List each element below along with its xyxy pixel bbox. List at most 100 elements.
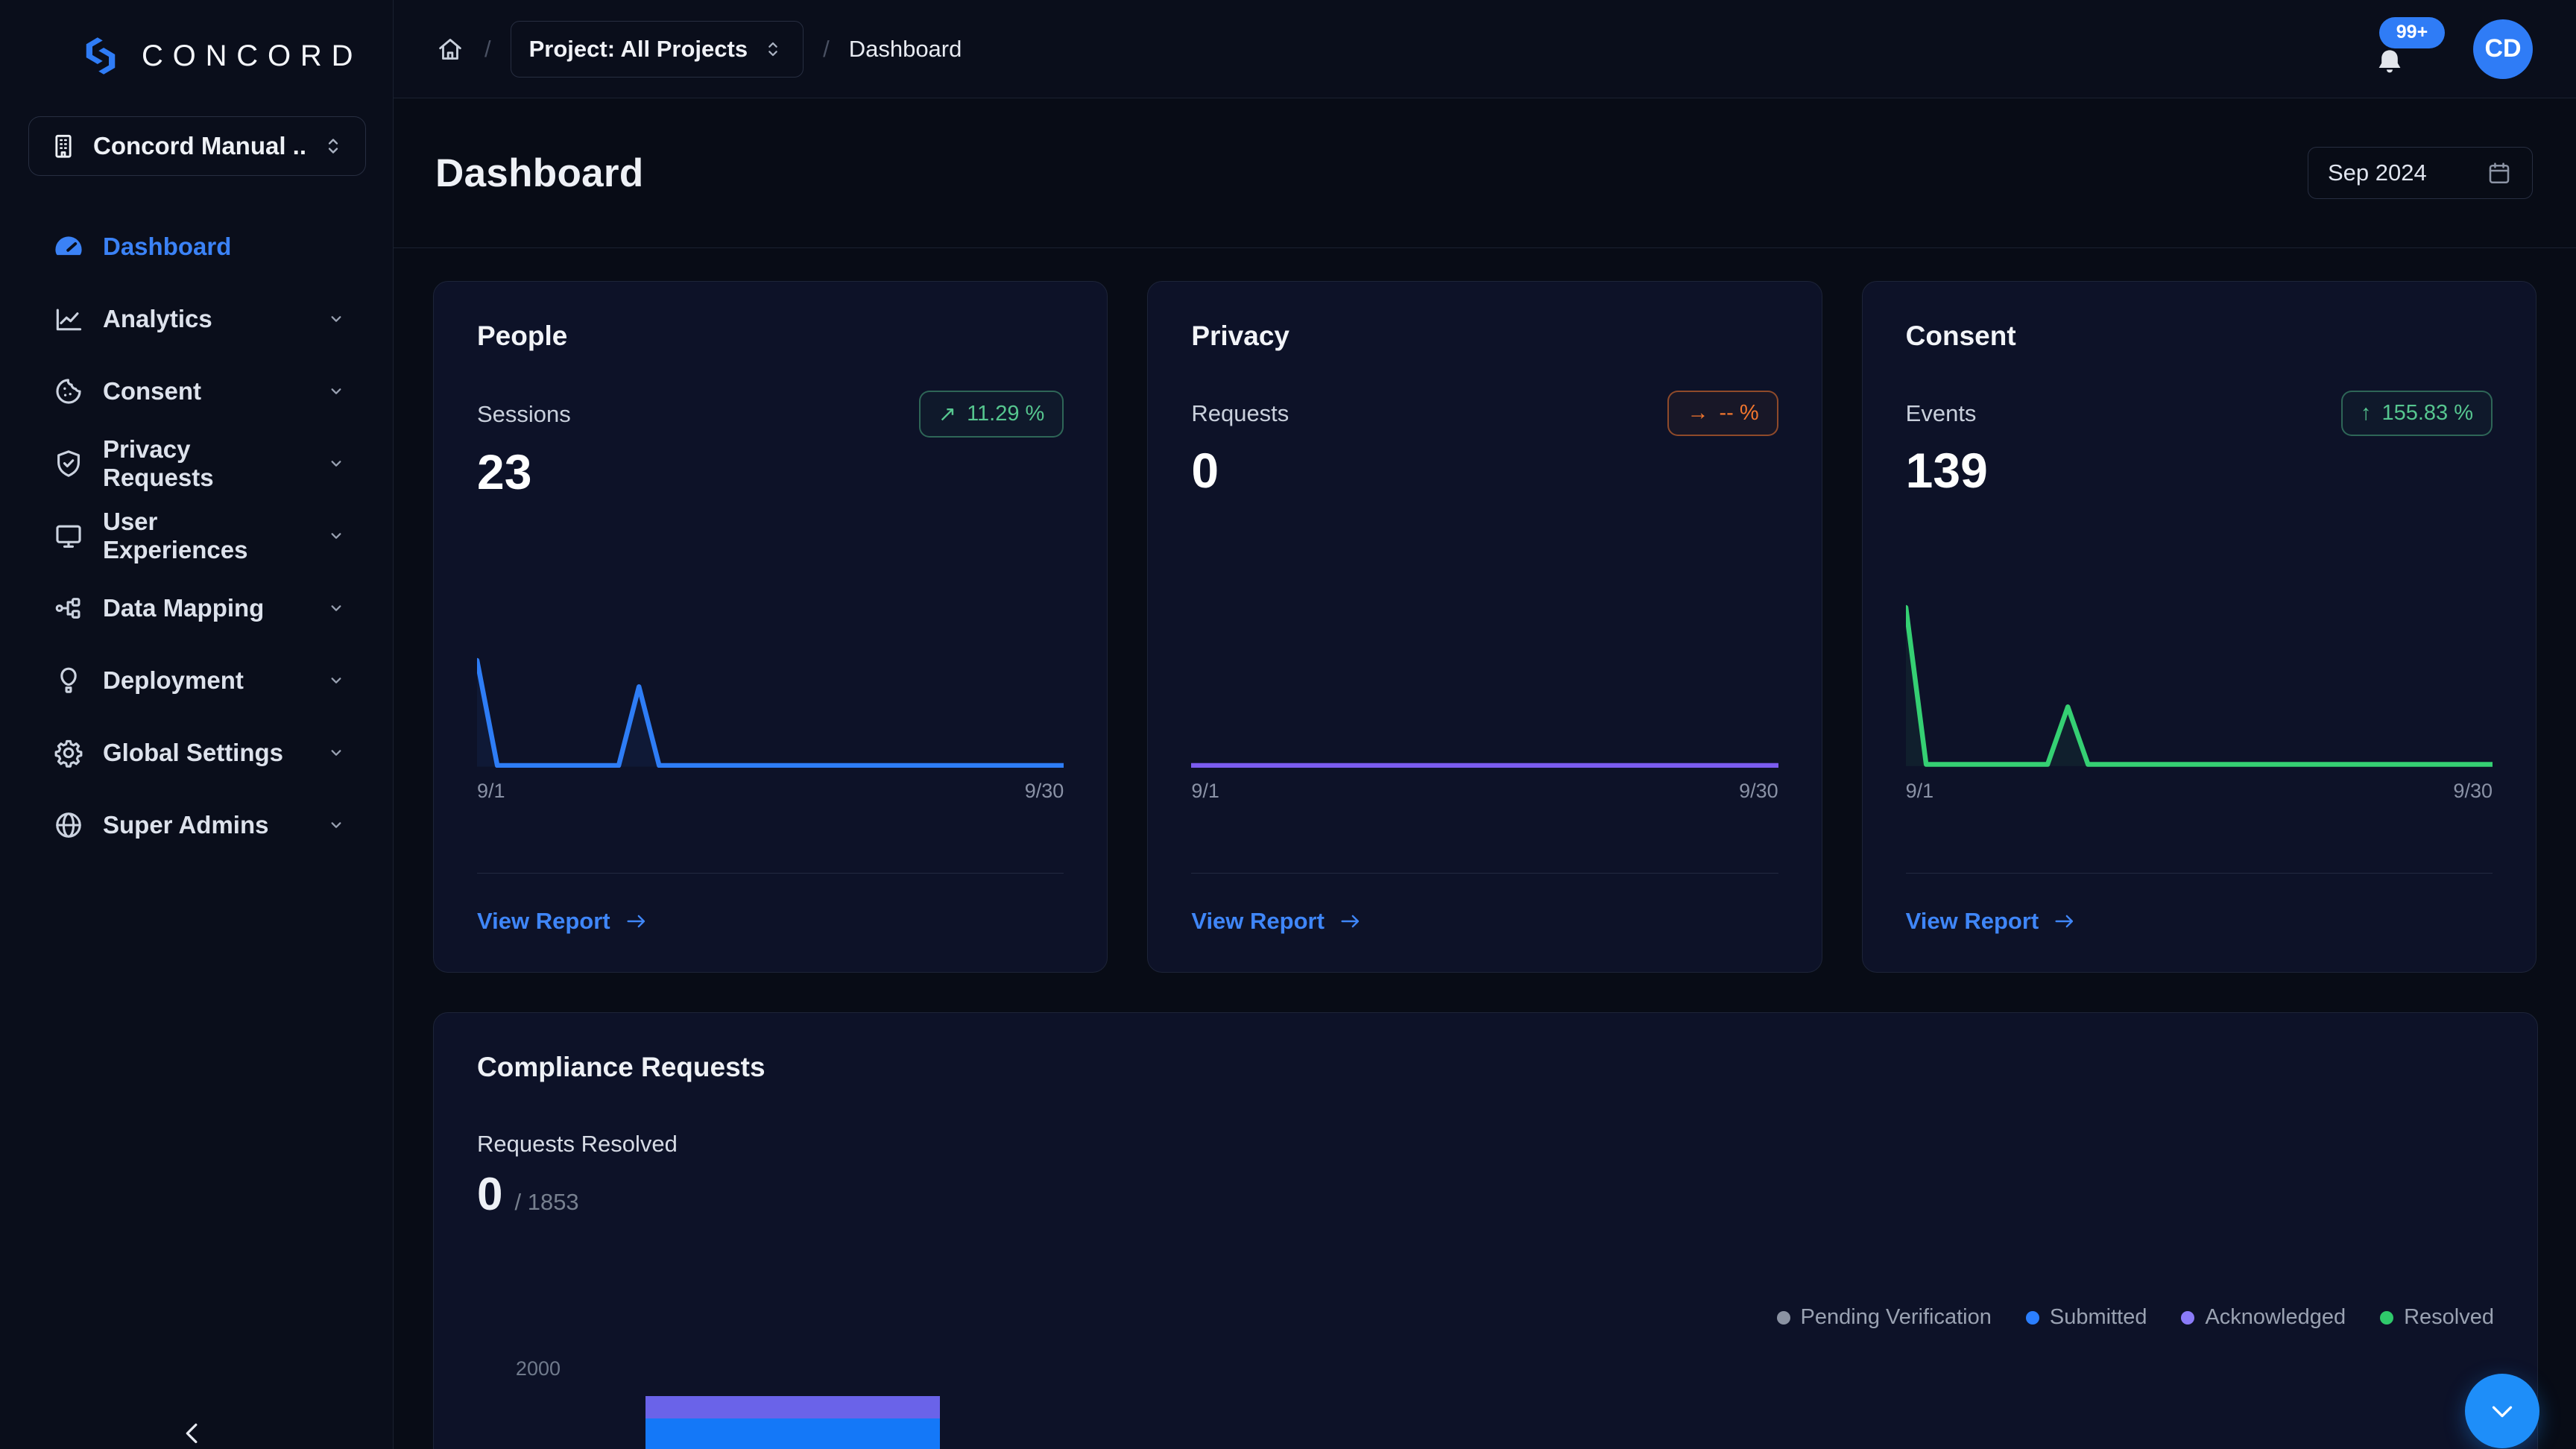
gear-icon	[52, 736, 85, 769]
breadcrumb: / Project: All Projects / Dashboard	[435, 21, 962, 78]
sidebar-item-global-settings[interactable]: Global Settings	[0, 716, 393, 789]
shield-check-icon	[52, 447, 85, 480]
events-chart-zone	[1906, 599, 2493, 768]
sidebar-item-privacy-requests[interactable]: Privacy Requests	[0, 427, 393, 499]
bar-segment-submitted	[645, 1418, 940, 1449]
metric-label: Sessions	[477, 401, 571, 428]
page-header: Dashboard Sep 2024	[394, 98, 2576, 248]
brand-logo: CONCORD	[0, 21, 393, 80]
trend-value: 155.83 %	[2381, 401, 2473, 426]
arrow-right-icon	[1338, 909, 1363, 934]
sidebar-item-label: Dashboard	[103, 233, 348, 261]
home-icon[interactable]	[435, 34, 465, 64]
chevron-down-icon	[324, 813, 348, 837]
chevron-up-down-icon	[761, 37, 785, 61]
chevron-down-icon	[324, 669, 348, 692]
view-report-label: View Report	[1191, 908, 1325, 935]
x-axis-end: 9/30	[2453, 780, 2493, 803]
sidebar-item-analytics[interactable]: Analytics	[0, 282, 393, 355]
legend-label: Pending Verification	[1801, 1305, 1992, 1330]
chevron-down-icon	[324, 379, 348, 403]
compliance-requests-card: Compliance Requests Requests Resolved 0 …	[433, 1012, 2538, 1449]
sidebar-item-label: Consent	[103, 377, 306, 405]
sidebar-item-label: Data Mapping	[103, 594, 306, 622]
arrow-right-icon	[2052, 909, 2077, 934]
chevron-down-icon	[2485, 1394, 2519, 1428]
sidebar-item-super-admins[interactable]: Super Admins	[0, 789, 393, 861]
breadcrumb-separator: /	[823, 36, 830, 63]
breadcrumb-page: Dashboard	[849, 36, 962, 63]
view-report-link[interactable]: View Report	[1191, 908, 1778, 935]
organization-selector[interactable]: Concord Manual ...	[28, 116, 366, 176]
topbar: / Project: All Projects / Dashboard 99+	[394, 0, 2576, 98]
sidebar-item-deployment[interactable]: Deployment	[0, 644, 393, 716]
metric-label: Requests	[1191, 400, 1289, 427]
sidebar-item-label: User Experiences	[103, 508, 306, 564]
card-title: People	[477, 321, 1064, 352]
metric-value: 139	[1906, 442, 2493, 499]
arrow-right-icon	[624, 909, 649, 934]
card-divider	[1906, 873, 2493, 874]
privacy-card: Privacy Requests → -- % 0 9/1 9/	[1147, 281, 1822, 973]
nodes-icon	[52, 592, 85, 625]
building-icon	[48, 131, 78, 161]
sidebar-item-label: Super Admins	[103, 811, 306, 839]
project-selector[interactable]: Project: All Projects	[511, 21, 804, 78]
chevron-down-icon	[324, 524, 348, 548]
sidebar: CONCORD Concord Manual ... Dashboard	[0, 0, 394, 1449]
x-axis-start: 9/1	[1191, 780, 1219, 803]
legend-dot-pending	[1777, 1311, 1790, 1325]
scroll-down-button[interactable]	[2465, 1374, 2539, 1448]
requests-resolved-value: 0	[477, 1168, 502, 1221]
notifications-button[interactable]: 99+	[2372, 17, 2443, 81]
x-axis-end: 9/30	[1025, 780, 1064, 803]
card-divider	[1191, 873, 1778, 874]
sidebar-item-dashboard[interactable]: Dashboard	[0, 210, 393, 282]
x-axis-start: 9/1	[1906, 780, 1934, 803]
metric-value: 0	[1191, 442, 1778, 499]
legend-dot-submitted	[2026, 1311, 2039, 1325]
trend-arrow-icon: ↗	[938, 401, 956, 427]
requests-line-chart	[1191, 656, 1778, 768]
breadcrumb-separator: /	[484, 36, 491, 63]
chevron-down-icon	[324, 741, 348, 765]
view-report-link[interactable]: View Report	[1906, 908, 2493, 935]
brand-name: CONCORD	[142, 40, 362, 73]
chevron-left-icon	[176, 1416, 210, 1449]
chevron-down-icon	[324, 307, 348, 331]
legend-dot-acknowledged	[2181, 1311, 2194, 1325]
legend-label: Acknowledged	[2205, 1305, 2346, 1330]
legend-label: Submitted	[2050, 1305, 2147, 1330]
events-line-chart	[1906, 601, 2493, 768]
chevron-down-icon	[324, 596, 348, 620]
sidebar-item-user-experiences[interactable]: User Experiences	[0, 499, 393, 572]
date-filter-value: Sep 2024	[2328, 160, 2427, 186]
trend-value: -- %	[1719, 401, 1758, 426]
sidebar-item-consent[interactable]: Consent	[0, 355, 393, 427]
legend-item: Resolved	[2380, 1305, 2494, 1330]
monitor-icon	[52, 520, 85, 552]
requests-total: / 1853	[514, 1189, 578, 1216]
sidebar-item-label: Privacy Requests	[103, 435, 306, 492]
notification-count-badge: 99+	[2379, 17, 2445, 48]
trend-arrow-icon: ↑	[2361, 401, 2372, 426]
app-root: CONCORD Concord Manual ... Dashboard	[0, 0, 2576, 1449]
sidebar-nav: Dashboard Analytics Consent	[0, 210, 393, 861]
trend-value: 11.29 %	[967, 402, 1044, 426]
sidebar-item-data-mapping[interactable]: Data Mapping	[0, 572, 393, 644]
trend-arrow-icon: →	[1687, 401, 1708, 426]
trend-badge: ↗ 11.29 %	[919, 391, 1064, 438]
people-card: People Sessions ↗ 11.29 % 23 9/1	[433, 281, 1108, 973]
gauge-icon	[52, 230, 85, 263]
view-report-label: View Report	[477, 908, 610, 935]
date-filter-button[interactable]: Sep 2024	[2308, 147, 2533, 199]
trend-badge: ↑ 155.83 %	[2341, 391, 2493, 436]
compliance-title: Compliance Requests	[477, 1052, 2494, 1083]
card-title: Consent	[1906, 321, 2493, 352]
balloon-icon	[52, 664, 85, 697]
legend-item: Pending Verification	[1777, 1305, 1992, 1330]
avatar[interactable]: CD	[2473, 19, 2533, 79]
view-report-link[interactable]: View Report	[477, 908, 1064, 935]
sidebar-collapse-button[interactable]	[176, 1416, 210, 1449]
x-axis-end: 9/30	[1739, 780, 1778, 803]
